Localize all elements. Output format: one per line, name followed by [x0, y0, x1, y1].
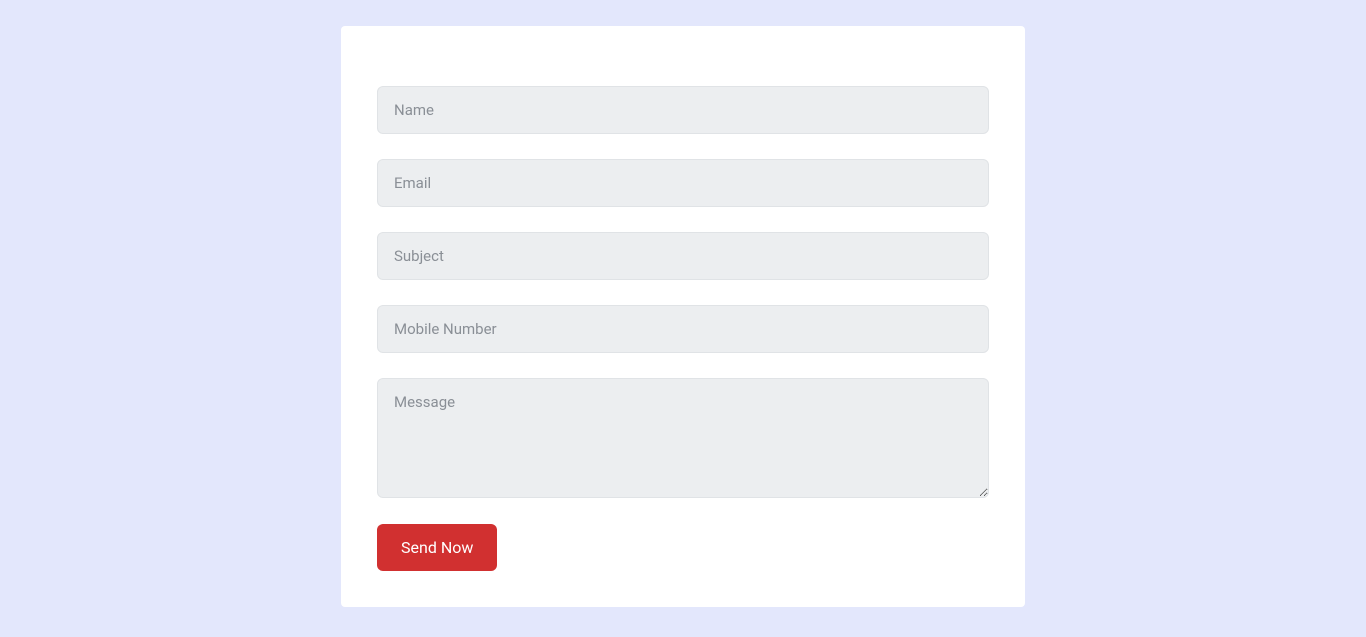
contact-form: Send Now	[377, 86, 989, 571]
send-button[interactable]: Send Now	[377, 524, 497, 571]
subject-input[interactable]	[377, 232, 989, 280]
name-input[interactable]	[377, 86, 989, 134]
contact-form-card: Send Now	[341, 26, 1025, 607]
form-group-email	[377, 159, 989, 207]
form-group-subject	[377, 232, 989, 280]
email-input[interactable]	[377, 159, 989, 207]
message-textarea[interactable]	[377, 378, 989, 498]
form-group-message	[377, 378, 989, 502]
mobile-input[interactable]	[377, 305, 989, 353]
form-group-mobile	[377, 305, 989, 353]
form-group-name	[377, 86, 989, 134]
